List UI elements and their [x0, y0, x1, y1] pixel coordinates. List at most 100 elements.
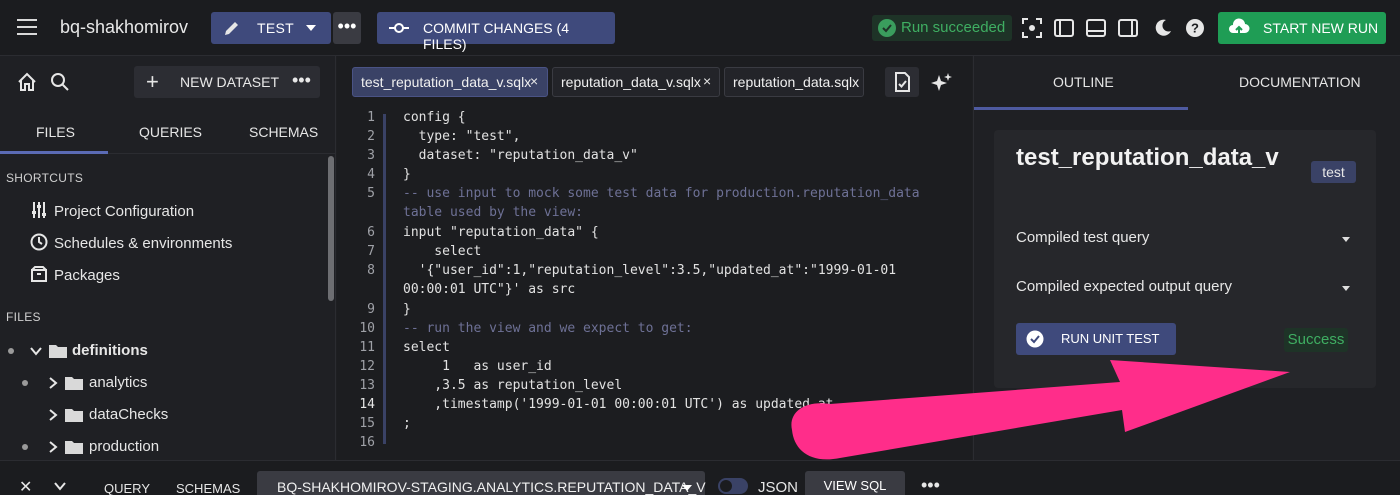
tree-item-analytics[interactable]: analytics	[0, 372, 330, 394]
shortcut-label: Project Configuration	[54, 203, 195, 220]
close-icon[interactable]: ✕	[19, 477, 32, 495]
search-icon[interactable]	[50, 72, 70, 92]
close-icon[interactable]: ×	[530, 73, 538, 89]
chevron-right-icon	[49, 409, 58, 421]
clock-icon	[30, 233, 48, 251]
tree-item-definitions[interactable]: definitions	[0, 340, 330, 362]
shortcut-label: Packages	[54, 267, 120, 284]
accordion-label: Compiled expected output query	[1016, 278, 1232, 295]
chevron-down-icon[interactable]	[54, 481, 66, 491]
commit-icon	[389, 23, 409, 33]
chevron-down-icon	[306, 25, 316, 31]
tab-queries[interactable]: QUERIES	[139, 124, 202, 140]
code-line: config {	[403, 110, 466, 125]
workspace-label: TEST	[257, 20, 294, 36]
workspace-more-button[interactable]: •••	[333, 12, 361, 44]
code-line: select	[403, 244, 482, 259]
test-result-badge: Success	[1284, 328, 1348, 352]
line-number: 9	[367, 302, 375, 317]
line-number: 16	[359, 435, 375, 450]
tab-documentation[interactable]: DOCUMENTATION	[1239, 74, 1361, 90]
table-select-value: BQ-SHAKHOMIROV-STAGING.ANALYTICS.REPUTAT…	[277, 479, 706, 495]
action-title: test_reputation_data_v	[1016, 144, 1279, 171]
folder-icon	[65, 441, 83, 454]
compiled-expected-output-toggle[interactable]: Compiled expected output query	[1016, 278, 1356, 302]
focus-icon[interactable]	[1021, 17, 1043, 39]
line-number: 8	[367, 263, 375, 278]
more-icon[interactable]: •••	[292, 70, 311, 91]
tree-item-datachecks[interactable]: dataChecks	[0, 404, 330, 426]
tab-schemas[interactable]: SCHEMAS	[176, 481, 240, 495]
tree-item-production[interactable]: production	[0, 436, 330, 458]
file-tab-label: reputation_data.sqlx	[733, 74, 860, 90]
annotation-arrow-icon	[791, 360, 1290, 460]
outline-card: test_reputation_data_v test Compiled tes…	[994, 130, 1376, 388]
moon-icon[interactable]	[1152, 17, 1174, 39]
line-number: 2	[367, 129, 375, 144]
tab-query[interactable]: QUERY	[104, 481, 150, 495]
plus-icon: +	[146, 69, 159, 94]
panel-right-icon[interactable]	[1117, 17, 1139, 39]
new-dataset-button[interactable]: + NEW DATASET •••	[134, 66, 320, 98]
close-icon[interactable]: ×	[703, 73, 711, 89]
top-bar: bq-shakhomirov TEST ••• COMMIT CHANGES (…	[0, 0, 1400, 56]
shortcuts-header: SHORTCUTS	[6, 171, 84, 185]
run-unit-test-label: RUN UNIT TEST	[1061, 331, 1160, 346]
sidebar-scrollbar[interactable]	[328, 156, 334, 301]
run-status-badge[interactable]: Run succeeded	[872, 15, 1012, 41]
panel-left-icon[interactable]	[1053, 17, 1075, 39]
json-toggle[interactable]	[718, 478, 748, 494]
code-line: ,3.5 as reputation_level	[403, 378, 623, 393]
project-name: bq-shakhomirov	[60, 17, 189, 37]
line-number: 12	[359, 359, 375, 374]
file-tab-reputation-data-v[interactable]: reputation_data_v.sqlx ×	[552, 67, 720, 97]
code-line: }	[403, 167, 411, 182]
tab-schemas[interactable]: SCHEMAS	[249, 124, 318, 140]
line-number: 7	[367, 244, 375, 259]
compiled-test-query-toggle[interactable]: Compiled test query	[1016, 229, 1356, 253]
active-tab-indicator	[974, 107, 1188, 110]
menu-icon[interactable]	[17, 19, 37, 35]
shortcut-project-configuration[interactable]: Project Configuration	[30, 201, 194, 223]
accordion-label: Compiled test query	[1016, 229, 1150, 246]
workspace-select-button[interactable]: TEST	[211, 12, 331, 44]
line-number: 5	[367, 186, 375, 201]
code-line: input "reputation_data" {	[403, 225, 599, 240]
table-select[interactable]: BQ-SHAKHOMIROV-STAGING.ANALYTICS.REPUTAT…	[257, 471, 706, 495]
home-icon[interactable]	[17, 72, 37, 92]
tree-label: dataChecks	[89, 406, 169, 423]
changed-lines-marker	[383, 114, 386, 444]
package-icon	[31, 266, 47, 282]
sparkle-icon[interactable]	[925, 67, 957, 97]
shortcut-packages[interactable]: Packages	[30, 265, 120, 287]
tab-outline[interactable]: OUTLINE	[1053, 74, 1114, 90]
code-line: dataset: "reputation_data_v"	[403, 148, 638, 163]
format-file-icon[interactable]	[885, 67, 919, 97]
tree-label: analytics	[89, 374, 148, 391]
code-comment: table used by the view:	[403, 205, 584, 220]
left-sidebar: + NEW DATASET ••• FILES QUERIES SCHEMAS …	[0, 56, 336, 460]
tab-files[interactable]: FILES	[36, 124, 75, 140]
line-number: 15	[359, 416, 375, 431]
line-number: 11	[359, 340, 375, 355]
code-comment: -- use input to mock some test data for …	[403, 186, 920, 201]
code-line: 00:00:01 UTC"}' as src	[403, 282, 576, 297]
start-new-run-button[interactable]: START NEW RUN	[1218, 12, 1386, 44]
tree-dot	[22, 444, 28, 450]
help-icon[interactable]: ?	[1184, 17, 1206, 39]
code-line: '{"user_id":1,"reputation_level":3.5,"up…	[403, 263, 897, 278]
cloud-upload-icon	[1229, 18, 1250, 35]
sidebar-tabs: FILES QUERIES SCHEMAS	[0, 116, 336, 154]
folder-icon	[49, 345, 67, 358]
folder-icon	[65, 377, 83, 390]
shortcut-schedules[interactable]: Schedules & environments	[30, 233, 232, 255]
file-tab-test-reputation-data-v[interactable]: test_reputation_data_v.sqlx ×	[352, 67, 548, 97]
run-unit-test-button[interactable]: RUN UNIT TEST	[1016, 323, 1176, 355]
tree-label: definitions	[72, 342, 148, 359]
commit-changes-label: COMMIT CHANGES (4 FILES)	[423, 20, 569, 52]
commit-changes-button[interactable]: COMMIT CHANGES (4 FILES)	[377, 12, 615, 52]
file-tab-reputation-data[interactable]: reputation_data.sqlx	[724, 67, 864, 97]
type-badge: test	[1311, 161, 1356, 183]
line-number: 6	[367, 225, 375, 240]
panel-bottom-icon[interactable]	[1085, 17, 1107, 39]
